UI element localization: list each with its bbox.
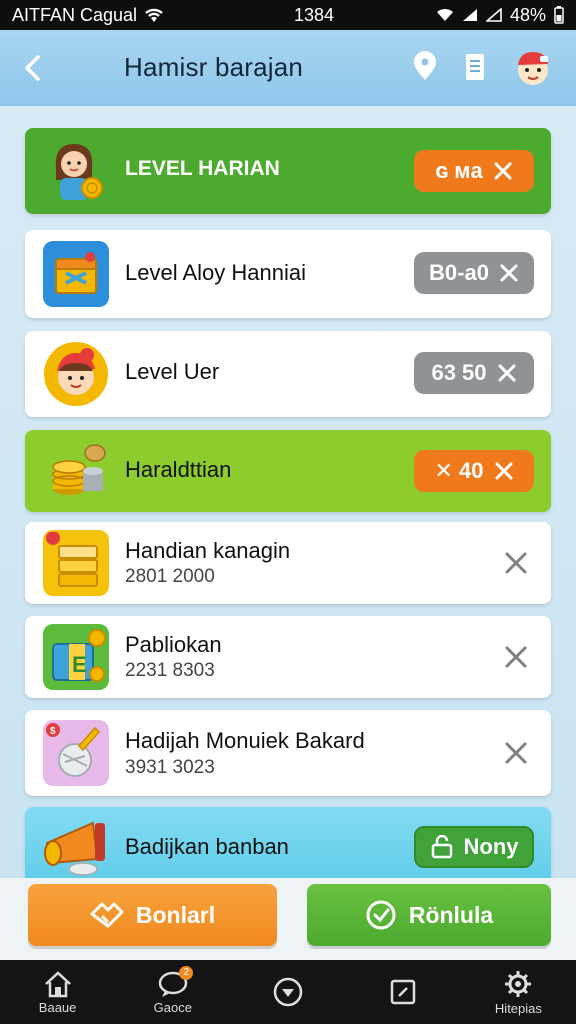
close-icon [498,364,516,382]
nav-chat[interactable]: 2 Gaoce [115,960,230,1024]
list-item[interactable]: Level Uer 63 50 [25,331,551,417]
close-icon[interactable] [503,740,529,766]
item-subtitle: 2801 2000 [125,566,215,587]
cell-signal-icon [462,9,477,21]
nav-label: Baaue [38,999,77,1015]
reward-button[interactable]: B0-a0 [414,252,534,294]
notification-badge: 2 [179,966,194,980]
reward-button[interactable]: 63 50 [414,352,534,394]
list-item[interactable]: Haraldttian ✕ 40 [25,430,551,512]
avatar-icon[interactable] [512,46,554,88]
close-icon[interactable] [503,550,529,576]
list-item[interactable]: $ Hadijah Monuiek Bakard 3931 3023 [25,710,551,796]
item-title: Haraldttian [125,457,232,482]
reward-label: B0-a0 [429,260,489,285]
settings-icon [505,970,532,997]
list-item[interactable]: E Pabliokan 2231 8303 [25,616,551,698]
item-subtitle: 3931 3023 [125,757,215,778]
bonus-button[interactable]: Bonlarl [28,884,277,946]
battery-icon [554,6,564,24]
item-title: LEVEL HARIAN [125,157,280,180]
svg-text:$: $ [50,726,56,737]
item-title: Hadijah Monuiek Bakard [125,728,365,753]
unlock-button[interactable]: Nony [414,826,534,868]
status-bar: AITFAN Cagual 1384 48% [0,0,576,30]
reward-list: LEVEL HARIAN ɢ мa Level Aloy Hanniai B0-… [0,106,576,878]
close-icon [500,264,518,282]
nav-edit[interactable] [346,960,461,1024]
nav-compass[interactable] [230,960,345,1024]
app-header: Hamisr barajan [0,30,576,106]
check-circle-icon [366,900,396,930]
svg-text:E: E [72,652,87,677]
list-item[interactable]: Level Aloy Hanniai B0-a0 [25,230,551,318]
nav-label: Gaoce [153,999,192,1015]
gift-pack-icon: E [43,624,109,690]
item-title: Handian kanagin [125,538,291,563]
clock: 1384 [293,4,334,25]
nav-settings[interactable]: Hitepias [461,960,576,1024]
reward-label: 63 50 [431,360,487,385]
edit-box-icon [390,979,416,1005]
list-item[interactable]: LEVEL HARIAN ɢ мa [25,128,551,214]
home-icon [44,970,71,997]
bottom-nav: Baaue 2 Gaoce Hitepias [0,960,576,1024]
trophy-icon: $ [43,720,109,786]
treasure-box-icon [43,241,109,307]
item-subtitle: 2231 8303 [125,660,215,681]
girl-with-coin-icon [43,138,109,204]
wifi-icon [145,8,163,22]
unlock-label: Nony [463,834,519,859]
list-item[interactable]: Badijkan banban Nony [25,807,551,878]
action-bar: Bonlarl Rönlula [0,878,576,960]
location-pin-icon[interactable] [408,50,442,84]
item-title: Level Uer [125,359,220,384]
reward-label: ɢ мa [435,158,483,183]
bonus-button-label: Bonlarl [135,901,216,928]
coin-stack-icon [43,436,113,506]
character-face-icon [43,341,109,407]
cell-signal-2-icon [485,8,502,22]
confirm-button-label: Rönlula [408,901,494,928]
page-title: Hamisr barajan [124,52,304,82]
handshake-icon [90,902,124,928]
gold-bar-icon [43,530,109,596]
confirm-button[interactable]: Rönlula [307,884,551,946]
close-icon[interactable] [503,644,529,670]
close-icon [495,462,513,480]
unlock-icon [431,835,452,859]
carrier-label: AITFAN Cagual [12,4,138,25]
megaphone-icon [39,813,115,878]
battery-label: 48% [509,4,546,25]
reward-button[interactable]: ɢ мa [414,150,534,192]
list-item[interactable]: Handian kanagin 2801 2000 [25,522,551,604]
wifi-signal-icon [436,8,453,21]
reward-label: ✕ 40 [434,458,484,483]
item-title: Badijkan banban [125,834,289,859]
close-icon [494,162,512,180]
item-title: Pabliokan [125,632,222,657]
nav-home[interactable]: Baaue [0,960,115,1024]
back-arrow-icon[interactable] [18,52,50,84]
document-icon[interactable] [458,50,492,84]
nav-label: Hitepias [494,1000,542,1016]
compass-icon [273,977,303,1007]
reward-button[interactable]: ✕ 40 [414,450,534,492]
item-title: Level Aloy Hanniai [125,260,307,285]
